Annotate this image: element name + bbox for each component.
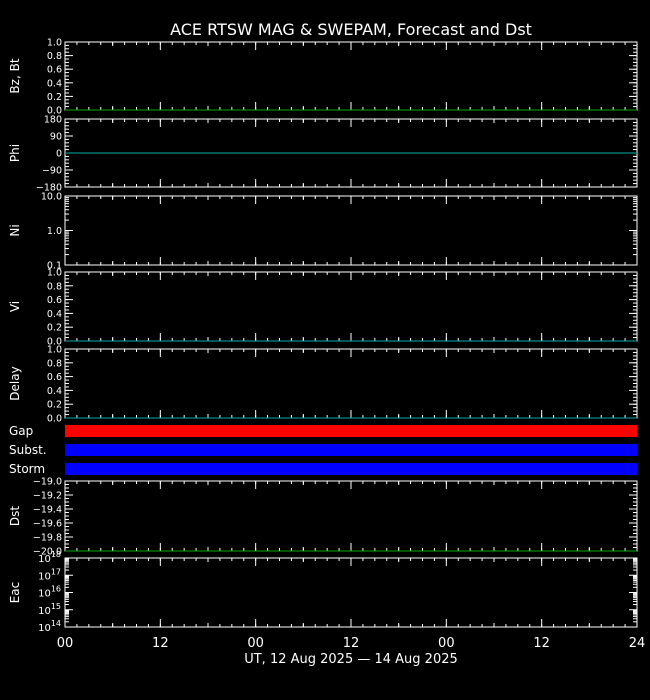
panel-dst-y-label: Dst [8, 506, 22, 526]
status-bar-label: Storm [9, 462, 45, 476]
status-bar-label: Subst. [9, 443, 47, 457]
panel-vi-y-label: Vi [8, 301, 22, 312]
panel-vi-tick-label: 0.4 [47, 309, 62, 320]
x-tick-label: 00 [57, 636, 74, 651]
panel-vi-tick-label: 0.2 [47, 323, 62, 334]
panel-delay-tick-label: 0.6 [47, 372, 62, 383]
x-tick-label: 00 [247, 636, 264, 651]
x-tick-label: 24 [629, 636, 646, 651]
x-tick-label: 12 [152, 636, 169, 651]
panel-delay-tick-label: 0.2 [47, 400, 62, 411]
x-tick-label: 12 [533, 636, 550, 651]
panel-dst-tick-label: −19.2 [33, 491, 62, 502]
panel-delay-tick-label: 0.4 [47, 386, 62, 397]
panel-phi-y-label: Phi [8, 144, 22, 162]
x-axis-label: UT, 12 Aug 2025 — 14 Aug 2025 [244, 652, 458, 667]
panel-delay-tick-label: 0.0 [47, 414, 62, 425]
panel-eac-y-label: Eac [8, 582, 22, 604]
x-tick-label: 12 [343, 636, 360, 651]
panel-dst-tick-label: −19.0 [33, 477, 62, 488]
panel-delay-tick-label: 1.0 [47, 345, 62, 356]
panel-bzbt-tick-label: 0.6 [47, 65, 62, 76]
panel-phi-tick-label: 90 [50, 132, 62, 143]
panel-bzbt-tick-label: 1.0 [47, 38, 62, 49]
panel-ni-y-label: Ni [8, 224, 22, 236]
panel-dst-tick-label: −19.4 [33, 505, 62, 516]
panel-phi-tick-label: 0 [56, 149, 62, 160]
x-tick-label: 00 [438, 636, 455, 651]
status-bar-gap [65, 425, 637, 437]
status-bar-storm [65, 463, 637, 475]
panel-delay-y-label: Delay [8, 366, 22, 400]
panel-bzbt-tick-label: 0.8 [47, 51, 62, 62]
panel-vi-tick-label: 0.6 [47, 295, 62, 306]
panel-phi-tick-label: 180 [44, 115, 62, 126]
status-bars-layer: Gap Subst. Storm [9, 424, 637, 476]
panel-delay-tick-label: 0.8 [47, 358, 62, 369]
panel-ni-tick-label: 10.0 [41, 192, 62, 203]
panel-vi-tick-label: 0.8 [47, 281, 62, 292]
chart-title: ACE RTSW MAG & SWEPAM, Forecast and Dst [170, 20, 532, 39]
chart-background [0, 0, 650, 700]
panel-bzbt-tick-label: 0.2 [47, 92, 62, 103]
status-bar-subst [65, 444, 637, 456]
status-bar-label: Gap [9, 424, 33, 438]
panel-phi-tick-label: −90 [42, 166, 62, 177]
panel-ni-tick-label: 1.0 [47, 226, 62, 237]
panel-bzbt-tick-label: 0.4 [47, 78, 62, 89]
panel-dst-tick-label: −19.8 [33, 533, 62, 544]
panel-vi-tick-label: 1.0 [47, 268, 62, 279]
panel-dst-tick-label: −19.6 [33, 519, 62, 530]
panel-bzbt-y-label: Bz, Bt [8, 58, 22, 93]
ace-rtsw-chart: ACE RTSW MAG & SWEPAM, Forecast and Dst … [0, 0, 650, 700]
